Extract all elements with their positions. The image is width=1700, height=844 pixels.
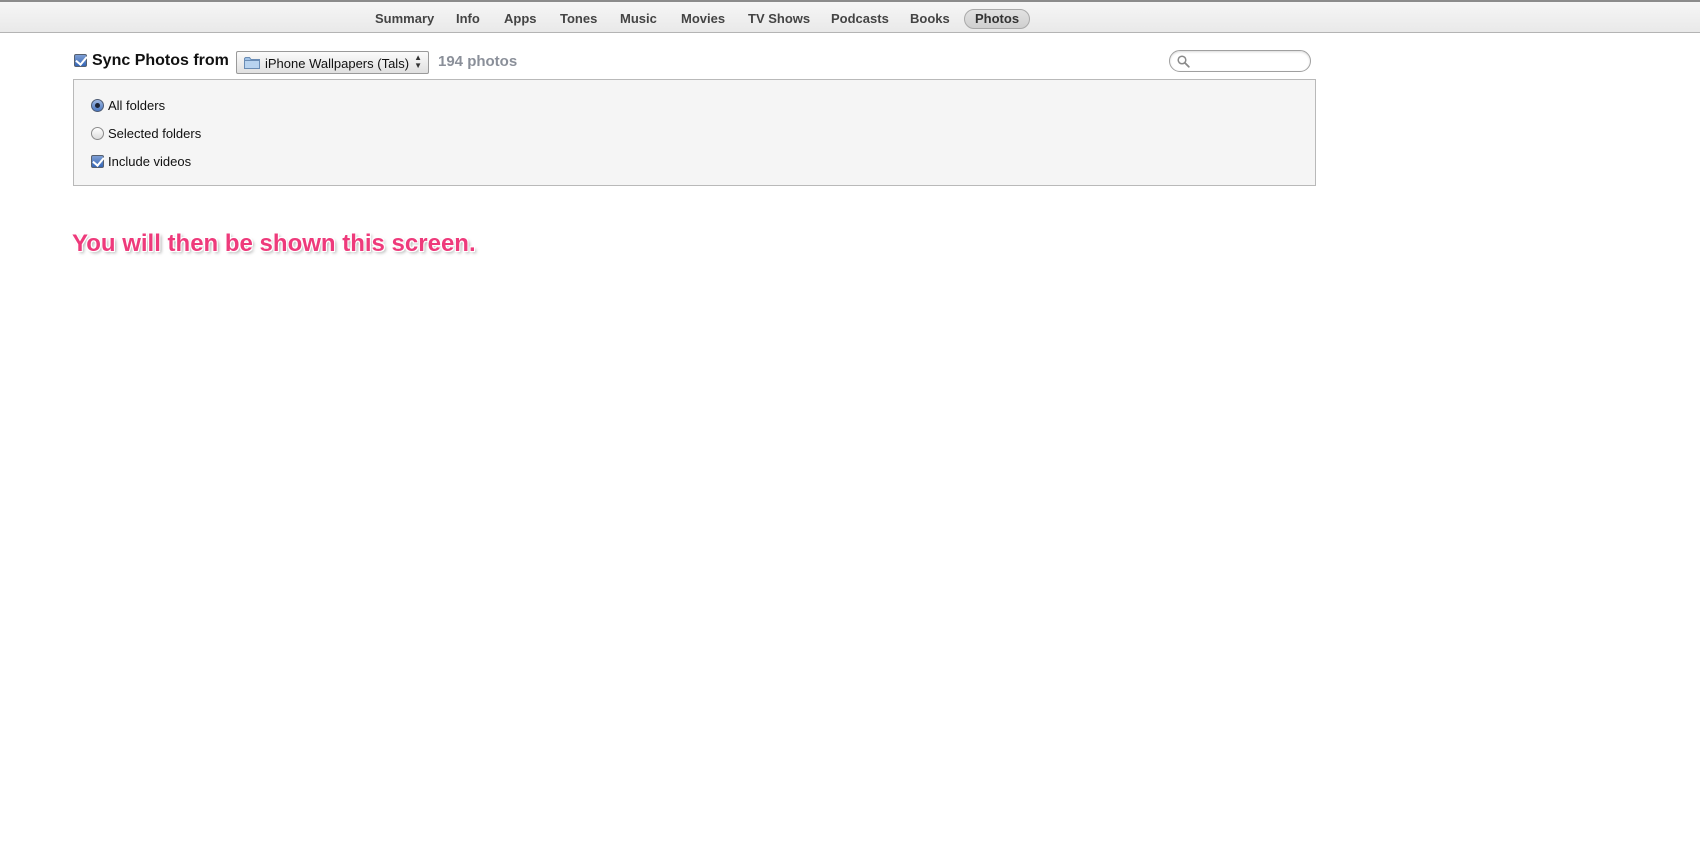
selected-folders-radio[interactable] — [91, 127, 104, 140]
include-videos-label: Include videos — [108, 154, 192, 169]
search-icon — [1177, 55, 1190, 68]
sync-photos-label: Sync Photos from — [92, 52, 229, 69]
tab-movies[interactable]: Movies — [671, 9, 735, 29]
search-input[interactable] — [1194, 53, 1304, 69]
all-folders-label: All folders — [108, 98, 166, 113]
photo-source-select[interactable]: iPhone Wallpapers (Tals) ▲ ▼ — [236, 51, 429, 74]
sync-photos-checkbox[interactable] — [74, 54, 87, 67]
tab-music[interactable]: Music — [610, 9, 667, 29]
search-field[interactable] — [1169, 50, 1311, 72]
include-videos-checkbox[interactable] — [91, 155, 104, 168]
up-down-arrows-icon: ▲ ▼ — [414, 53, 422, 70]
tab-tones[interactable]: Tones — [550, 9, 607, 29]
folder-icon — [244, 57, 260, 69]
tab-bar: Summary Info Apps Tones Music Movies TV … — [0, 0, 1700, 33]
tab-tv-shows[interactable]: TV Shows — [738, 9, 820, 29]
tab-info[interactable]: Info — [446, 9, 490, 29]
tab-summary[interactable]: Summary — [365, 9, 444, 29]
selected-folders-label: Selected folders — [108, 126, 202, 141]
tab-podcasts[interactable]: Podcasts — [821, 9, 899, 29]
photo-count: 194 photos — [438, 53, 518, 70]
all-folders-radio[interactable] — [91, 99, 104, 112]
sync-options-panel: All folders Selected folders Include vid… — [73, 79, 1316, 186]
tab-photos[interactable]: Photos — [964, 9, 1031, 29]
photo-source-value: iPhone Wallpapers (Tals) — [265, 56, 410, 71]
tab-books[interactable]: Books — [900, 9, 960, 29]
instruction-caption: You will then be shown this screen. — [72, 230, 476, 257]
tab-apps[interactable]: Apps — [494, 9, 547, 29]
